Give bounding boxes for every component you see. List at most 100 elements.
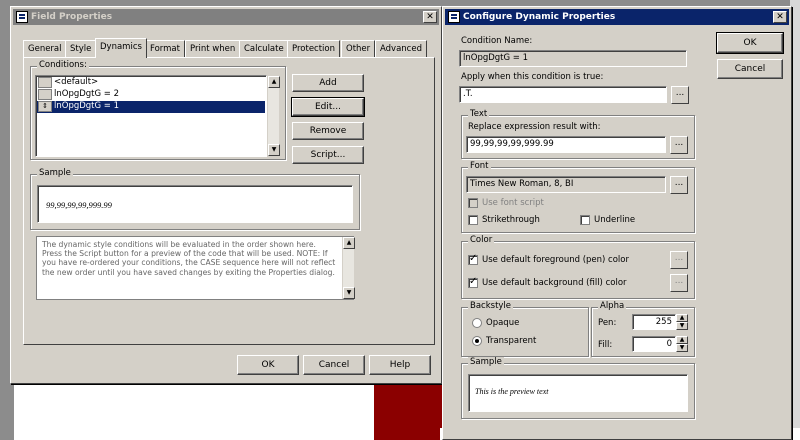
close-button[interactable]: ✕: [423, 11, 437, 23]
conditions-group: Conditions: <default> lnOpgDgtG = 2 ⇕ ln…: [30, 60, 286, 160]
dynamic-properties-title: Configure Dynamic Properties: [463, 12, 616, 22]
spin-up-icon[interactable]: ▲: [676, 336, 688, 344]
color-group-label: Color: [468, 235, 495, 245]
sample-group-label: Sample: [468, 357, 504, 367]
reorder-icon[interactable]: ⇕: [38, 101, 52, 112]
cancel-button[interactable]: Cancel: [303, 355, 365, 375]
pen-label: Pen:: [598, 318, 617, 328]
condition-label: lnOpgDgtG = 2: [54, 89, 120, 99]
scroll-up-icon[interactable]: ▲: [343, 237, 355, 249]
scroll-up-icon[interactable]: ▲: [268, 76, 280, 88]
underline-checkbox[interactable]: [580, 215, 590, 225]
report-highlight-cell: 500.00: [374, 376, 444, 440]
font-group: Font Times New Roman, 8, BI ... Use font…: [461, 161, 695, 233]
sample-preview: 99,99,99,99,999.99: [37, 185, 353, 223]
remove-button[interactable]: Remove: [292, 122, 364, 140]
tab-style[interactable]: Style: [65, 40, 97, 57]
default-foreground-label: Use default foreground (pen) color: [482, 255, 629, 265]
list-item[interactable]: <default>: [37, 77, 265, 89]
fill-alpha-input[interactable]: 0: [632, 336, 676, 352]
tab-general[interactable]: General: [23, 40, 67, 57]
edit-button[interactable]: Edit...: [291, 97, 365, 117]
underline-label: Underline: [594, 215, 636, 225]
replace-expression-ellipsis-button[interactable]: ...: [670, 136, 688, 154]
tab-dynamics[interactable]: Dynamics: [95, 38, 147, 58]
strikethrough-label: Strikethrough: [482, 215, 540, 225]
replace-expression-label: Replace expression result with:: [468, 122, 601, 132]
sample-label: Sample: [37, 168, 73, 178]
sample-group: Sample This is the preview text: [461, 357, 695, 419]
backstyle-group-label: Backstyle: [468, 301, 514, 311]
apply-condition-input[interactable]: .T.: [459, 86, 667, 103]
info-text: The dynamic style conditions will be eva…: [36, 236, 354, 300]
condition-name-field: lnOpgDgtG = 1: [459, 50, 687, 67]
foreground-color-button[interactable]: ...: [670, 251, 688, 269]
condition-label: lnOpgDgtG = 1: [54, 101, 120, 111]
font-ellipsis-button[interactable]: ...: [670, 176, 688, 194]
fill-alpha-spinner[interactable]: ▲ ▼: [676, 336, 688, 352]
pen-alpha-input[interactable]: 255: [632, 314, 676, 330]
scroll-down-icon[interactable]: ▼: [268, 144, 280, 156]
script-button[interactable]: Script...: [292, 146, 364, 164]
drag-handle-icon[interactable]: [38, 77, 52, 88]
sample-group: Sample 99,99,99,99,999.99: [30, 168, 360, 230]
add-button[interactable]: Add: [292, 74, 364, 92]
opaque-radio[interactable]: [472, 318, 482, 328]
alpha-group-label: Alpha: [598, 301, 627, 311]
tab-print-when[interactable]: Print when: [185, 40, 241, 57]
spin-down-icon[interactable]: ▼: [676, 344, 688, 352]
conditions-scrollbar[interactable]: ▲ ▼: [267, 76, 280, 156]
tab-calculate[interactable]: Calculate: [239, 40, 289, 57]
tab-protection[interactable]: Protection: [287, 40, 341, 57]
field-properties-title: Field Properties: [31, 12, 113, 22]
font-field: Times New Roman, 8, BI: [466, 176, 666, 193]
text-group: Text Replace expression result with: 99,…: [461, 109, 695, 159]
apply-condition-label: Apply when this condition is true:: [461, 72, 604, 82]
default-background-label: Use default background (fill) color: [482, 278, 627, 288]
drag-handle-icon[interactable]: [38, 89, 52, 100]
spin-down-icon[interactable]: ▼: [676, 322, 688, 330]
list-item-selected[interactable]: ⇕ lnOpgDgtG = 1: [37, 101, 265, 113]
conditions-list[interactable]: <default> lnOpgDgtG = 2 ⇕ lnOpgDgtG = 1: [35, 75, 267, 157]
info-scrollbar[interactable]: ▲ ▼: [342, 237, 355, 299]
fill-label: Fill:: [598, 340, 613, 350]
list-item[interactable]: lnOpgDgtG = 2: [37, 89, 265, 101]
default-background-checkbox[interactable]: [468, 276, 478, 288]
tab-advanced[interactable]: Advanced: [375, 40, 427, 57]
use-font-script-label: Use font script: [482, 198, 544, 208]
configure-dynamic-properties-dialog: Configure Dynamic Properties ✕ OK Cancel…: [442, 6, 792, 440]
strikethrough-checkbox[interactable]: [468, 215, 478, 225]
help-button[interactable]: Help: [369, 355, 431, 375]
ok-button[interactable]: OK: [237, 355, 299, 375]
scroll-down-icon[interactable]: ▼: [343, 287, 355, 299]
tab-panel: Conditions: <default> lnOpgDgtG = 2 ⇕ ln…: [23, 57, 435, 345]
color-group: Color Use default foreground (pen) color…: [461, 235, 695, 299]
sample-preview: This is the preview text: [468, 374, 688, 412]
default-foreground-checkbox[interactable]: [468, 253, 478, 265]
replace-expression-input[interactable]: 99,99,99,99,999.99: [466, 136, 666, 153]
ok-button[interactable]: OK: [716, 32, 784, 54]
condition-name-label: Condition Name:: [461, 36, 533, 46]
font-group-label: Font: [468, 161, 491, 171]
dynamic-properties-titlebar[interactable]: Configure Dynamic Properties ✕: [445, 9, 789, 25]
background-color-button[interactable]: ...: [670, 274, 688, 292]
apply-condition-ellipsis-button[interactable]: ...: [671, 86, 689, 104]
field-properties-dialog: Field Properties ✕ General Style Dynamic…: [10, 6, 442, 384]
condition-label: <default>: [54, 77, 99, 87]
text-group-label: Text: [468, 109, 490, 119]
window-icon: [16, 11, 28, 23]
window-icon: [448, 11, 460, 23]
opaque-label: Opaque: [486, 318, 520, 328]
pen-alpha-spinner[interactable]: ▲ ▼: [676, 314, 688, 330]
tab-format[interactable]: Format: [145, 40, 185, 57]
tab-other[interactable]: Other: [341, 40, 376, 57]
cancel-button[interactable]: Cancel: [717, 59, 783, 79]
backstyle-group: Backstyle Opaque Transparent: [461, 301, 589, 357]
field-properties-titlebar[interactable]: Field Properties ✕: [13, 9, 439, 25]
use-font-script-checkbox: [468, 198, 478, 208]
transparent-label: Transparent: [486, 336, 537, 346]
spin-up-icon[interactable]: ▲: [676, 314, 688, 322]
close-button[interactable]: ✕: [773, 11, 787, 23]
alpha-group: Alpha Pen: 255 ▲ ▼ Fill: 0 ▲ ▼: [591, 301, 695, 357]
transparent-radio[interactable]: [472, 336, 482, 346]
